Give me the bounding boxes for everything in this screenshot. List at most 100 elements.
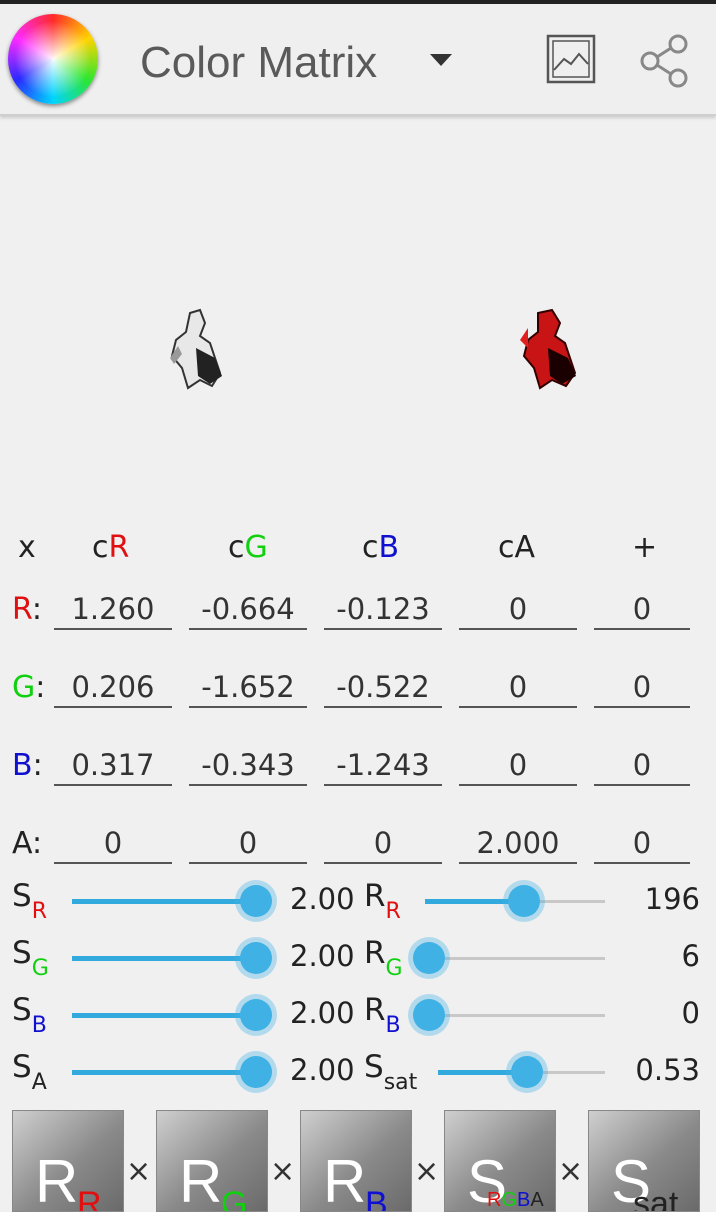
matrix-header-cg: cG xyxy=(228,530,268,565)
row-label-b: B: xyxy=(12,748,43,783)
matrix-cell-input[interactable]: 0.206 xyxy=(54,666,172,708)
matrix-button[interactable]: RB xyxy=(300,1110,412,1212)
matrix-cell-input[interactable]: 0 xyxy=(594,666,690,708)
slider-track[interactable] xyxy=(412,942,605,974)
matrix-header-cg-letter: G xyxy=(244,530,268,565)
slider-thumb[interactable] xyxy=(412,999,445,1031)
multiply-sign: × xyxy=(126,1154,152,1189)
matrix-button-main: R xyxy=(179,1148,223,1212)
row-label-r: R: xyxy=(12,592,43,627)
slider-track[interactable] xyxy=(72,885,272,917)
slider-label-sub: G xyxy=(385,956,403,981)
slider-thumb[interactable] xyxy=(508,885,540,917)
original-image xyxy=(170,308,222,390)
slider-value: 0.53 xyxy=(635,1053,700,1087)
slider-thumb[interactable] xyxy=(240,885,272,917)
row-label-letter: A xyxy=(12,826,32,861)
slider-track[interactable] xyxy=(425,885,605,917)
multiply-sign: × xyxy=(558,1154,584,1189)
slider-label-sub: B xyxy=(385,1013,401,1038)
matrix-cell-input[interactable]: 0 xyxy=(459,666,577,708)
slider-fill xyxy=(72,956,256,961)
row-label-letter: B xyxy=(12,748,33,783)
matrix-cell-input[interactable]: 1.260 xyxy=(54,588,172,630)
matrix-cell-input[interactable]: 0.317 xyxy=(54,744,172,786)
slider-value: 6 xyxy=(681,939,700,973)
row-label-letter: R xyxy=(12,592,32,627)
slider-track[interactable] xyxy=(412,999,605,1031)
matrix-button-sub-part: R xyxy=(487,1189,502,1211)
slider-track[interactable] xyxy=(72,999,272,1031)
slider-value: 2.00 xyxy=(290,882,355,916)
matrix-header-cr-letter: R xyxy=(108,530,130,565)
matrix-button-sub: B xyxy=(365,1185,388,1212)
action-bar: Color Matrix xyxy=(0,4,716,116)
slider-label: SR xyxy=(12,878,47,924)
slider-label: SG xyxy=(12,935,49,981)
slider-fill xyxy=(72,1013,256,1018)
slider-value: 0 xyxy=(681,996,700,1030)
matrix-cell-input[interactable]: -0.343 xyxy=(189,744,307,786)
slider-label-sub: B xyxy=(31,1013,47,1038)
slider-label-sub: R xyxy=(31,899,47,924)
matrix-cell-input[interactable]: 2.000 xyxy=(459,822,577,864)
processed-image xyxy=(520,308,577,390)
image-preview xyxy=(170,308,577,390)
matrix-button-sub: R xyxy=(77,1185,102,1212)
slider-thumb[interactable] xyxy=(412,942,445,974)
slider-thumb[interactable] xyxy=(510,1056,543,1088)
row-label-g: G: xyxy=(12,670,46,705)
image-icon[interactable] xyxy=(546,34,596,84)
matrix-cell-input[interactable]: 0 xyxy=(459,744,577,786)
matrix-cell-input[interactable]: -0.522 xyxy=(324,666,442,708)
slider-thumb[interactable] xyxy=(240,999,272,1031)
slider-thumb[interactable] xyxy=(240,942,272,974)
slider-fill xyxy=(72,899,256,904)
matrix-cell-input[interactable]: 0 xyxy=(594,744,690,786)
slider-label: RG xyxy=(364,935,403,981)
matrix-cell-input[interactable]: -0.123 xyxy=(324,588,442,630)
color-wheel-icon[interactable] xyxy=(8,14,98,104)
matrix-cell-input[interactable]: -1.652 xyxy=(189,666,307,708)
app-title[interactable]: Color Matrix xyxy=(140,38,377,88)
slider-label: SB xyxy=(12,992,47,1038)
matrix-button[interactable]: RG xyxy=(156,1110,268,1212)
matrix-cell-input[interactable]: 0 xyxy=(324,822,442,864)
slider-label-sub: R xyxy=(385,899,401,924)
matrix-cell-input[interactable]: 0 xyxy=(594,822,690,864)
slider-value: 196 xyxy=(644,882,700,916)
slider-value: 2.00 xyxy=(290,939,355,973)
matrix-button-sub: sat xyxy=(633,1185,679,1212)
share-icon[interactable] xyxy=(638,34,692,88)
slider-label: Ssat xyxy=(364,1049,418,1095)
matrix-cell-input[interactable]: 0 xyxy=(459,588,577,630)
dropdown-caret-icon[interactable] xyxy=(430,54,452,66)
matrix-button-bar: R R × R G × R B × S RGBA × Ssat xyxy=(0,1106,716,1212)
slider-label-sub: A xyxy=(31,1070,47,1095)
slider-label-sub: G xyxy=(31,956,49,981)
matrix-cell-input[interactable]: -0.664 xyxy=(189,588,307,630)
matrix-cell-input[interactable]: 0 xyxy=(594,588,690,630)
slider-track[interactable] xyxy=(438,1056,605,1088)
slider-thumb[interactable] xyxy=(240,1056,272,1088)
matrix-button[interactable]: Ssat xyxy=(588,1110,700,1212)
matrix-button-sub: G xyxy=(221,1185,248,1212)
matrix-header-x: x xyxy=(18,530,36,565)
row-label-a: A: xyxy=(12,826,43,861)
matrix-cell-input[interactable]: 0 xyxy=(189,822,307,864)
matrix-button-main: R xyxy=(35,1148,79,1212)
matrix-cell-input[interactable]: 0 xyxy=(54,822,172,864)
slider-track[interactable] xyxy=(72,1056,272,1088)
matrix-button[interactable]: S RGBA xyxy=(444,1110,556,1212)
row-label-letter: G xyxy=(12,670,36,705)
matrix-header-cb-letter: B xyxy=(378,530,400,565)
matrix-button-main: R xyxy=(323,1148,367,1212)
matrix-header-ca: cA xyxy=(498,530,536,565)
slider-label-sub: sat xyxy=(383,1070,418,1095)
slider-value: 2.00 xyxy=(290,996,355,1030)
matrix-button[interactable]: RR xyxy=(12,1110,124,1212)
matrix-button-sub-part: A xyxy=(530,1189,544,1211)
slider-track[interactable] xyxy=(72,942,272,974)
matrix-button-sub: RGBA xyxy=(487,1189,544,1211)
matrix-cell-input[interactable]: -1.243 xyxy=(324,744,442,786)
